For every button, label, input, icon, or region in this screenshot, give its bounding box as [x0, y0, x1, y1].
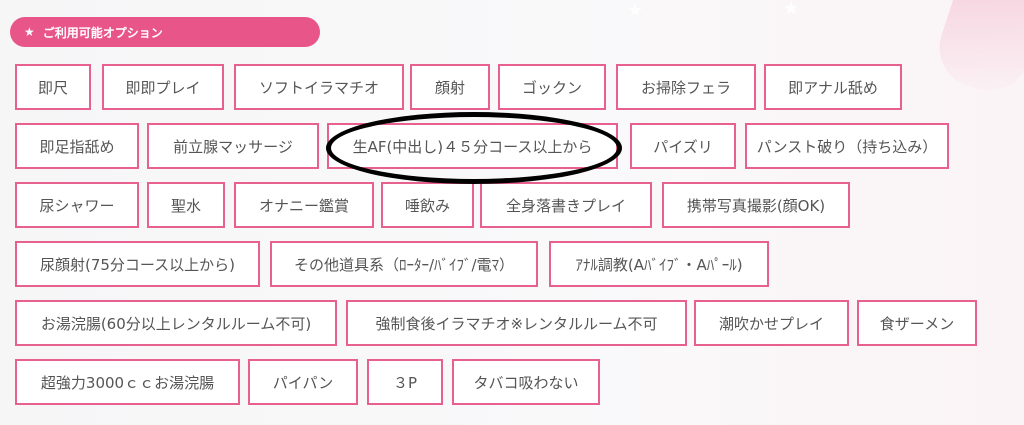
option-button[interactable]: 即アナル舐め: [764, 64, 902, 110]
option-button[interactable]: ゴックン: [498, 64, 606, 110]
section-header: ★ ご利用可能オプション: [10, 17, 320, 47]
option-button[interactable]: 生AF(中出し)４５分コース以上から: [327, 123, 618, 169]
option-button[interactable]: 超強力3000ｃｃお湯浣腸: [15, 359, 240, 405]
option-button[interactable]: ３P: [367, 359, 443, 405]
option-button[interactable]: パンスト破り（持ち込み）: [745, 123, 949, 169]
option-button[interactable]: 前立腺マッサージ: [147, 123, 319, 169]
option-button[interactable]: ソフトイラマチオ: [234, 64, 404, 110]
decorative-star-icon: ★: [783, 0, 800, 19]
option-button[interactable]: 強制食後イラマチオ※レンタルルーム不可: [346, 300, 687, 346]
star-icon: ★: [24, 25, 35, 39]
option-button[interactable]: 即尺: [15, 64, 91, 110]
option-button[interactable]: お掃除フェラ: [616, 64, 756, 110]
section-title: ご利用可能オプション: [42, 25, 163, 40]
option-button[interactable]: 携帯写真撮影(顔OK): [662, 182, 850, 228]
option-button[interactable]: 尿シャワー: [15, 182, 139, 228]
option-button[interactable]: タバコ吸わない: [452, 359, 600, 405]
option-button[interactable]: 食ザーメン: [857, 300, 977, 346]
option-button[interactable]: お湯浣腸(60分以上レンタルルーム不可): [15, 300, 337, 346]
option-button[interactable]: 全身落書きプレイ: [480, 182, 652, 228]
option-button[interactable]: オナニー鑑賞: [234, 182, 374, 228]
option-button[interactable]: 即即プレイ: [102, 64, 224, 110]
option-button[interactable]: 聖水: [147, 182, 225, 228]
option-button[interactable]: パイズリ: [630, 123, 736, 169]
option-button[interactable]: 顔射: [410, 64, 490, 110]
option-button[interactable]: 潮吹かせプレイ: [694, 300, 849, 346]
option-button[interactable]: パイパン: [248, 359, 358, 405]
option-button[interactable]: 即足指舐め: [15, 123, 139, 169]
option-button[interactable]: その他道具系（ﾛｰﾀｰ/ﾊﾞｲﾌﾞ/電ﾏ）: [270, 241, 538, 287]
option-button[interactable]: ｱﾅﾙ調教(Aﾊﾞｲﾌﾞ・Aﾊﾟｰﾙ): [549, 241, 769, 287]
option-button[interactable]: 唾飲み: [381, 182, 474, 228]
decorative-star-icon: ★: [627, 0, 644, 21]
decorative-ribbon: [929, 0, 1024, 102]
option-button[interactable]: 尿顔射(75分コース以上から): [15, 241, 260, 287]
